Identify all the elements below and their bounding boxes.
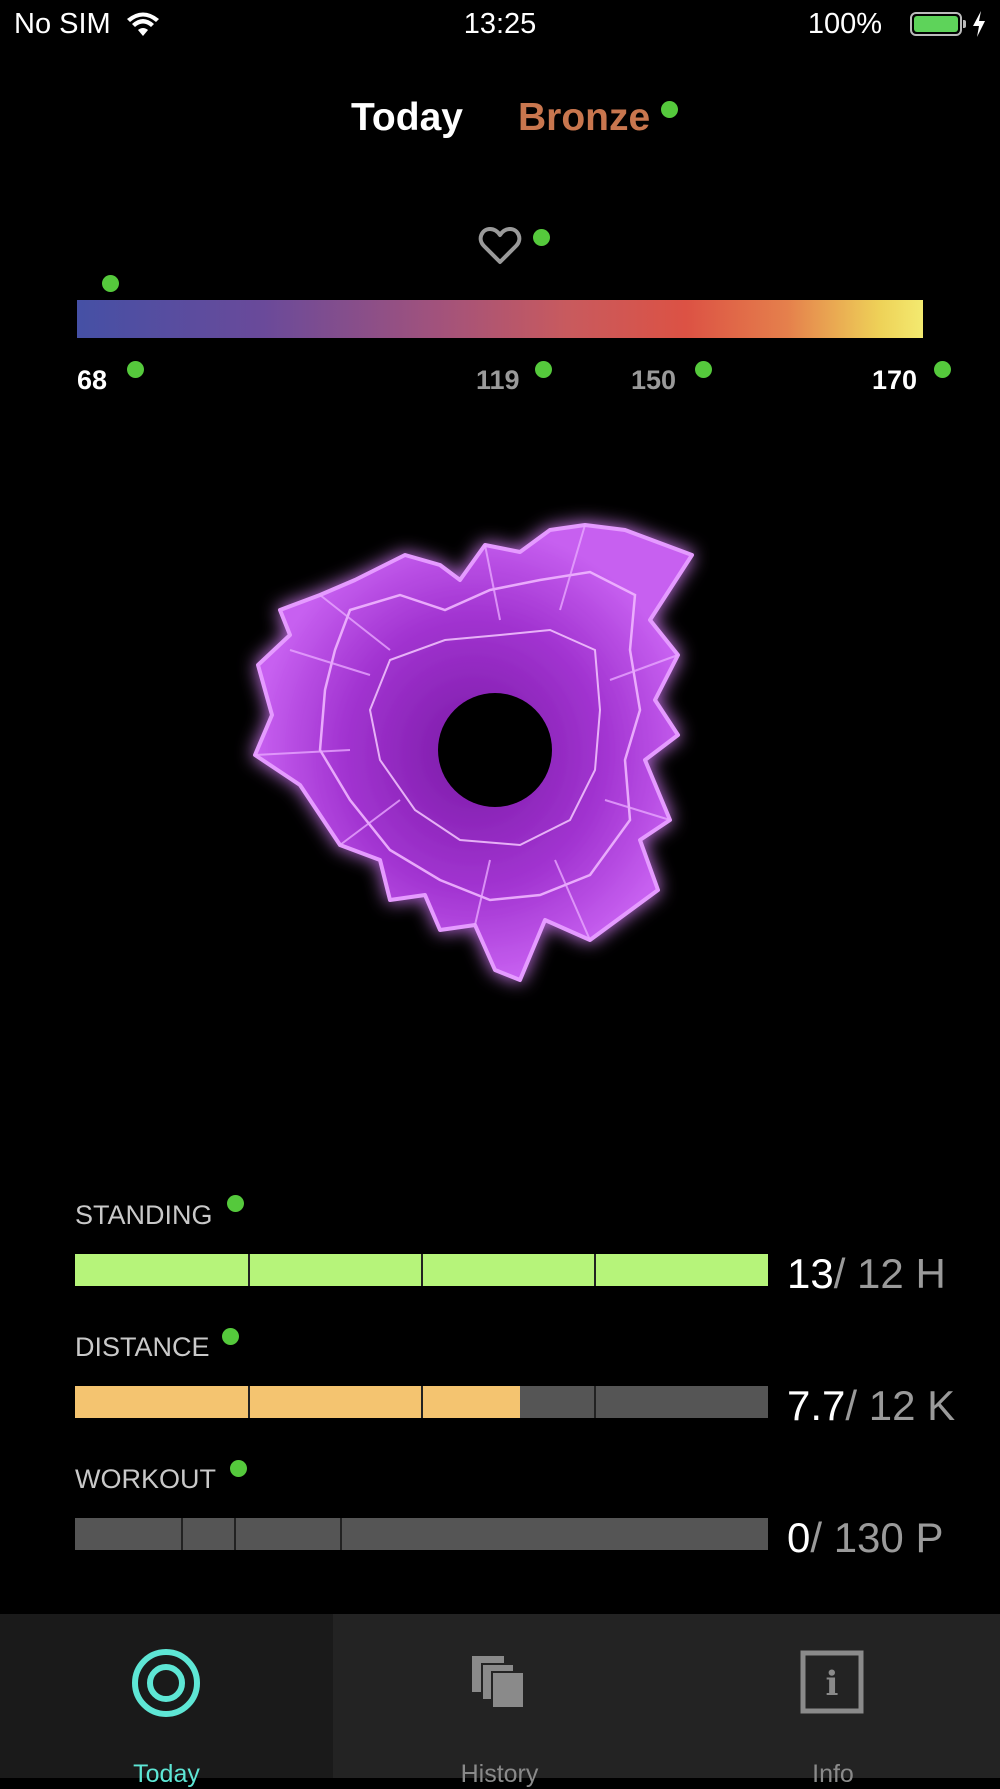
status-bar: No SIM 13:25 100%	[0, 0, 1000, 50]
tabbar-info[interactable]: i Info	[666, 1614, 1000, 1788]
svg-text:i: i	[826, 1664, 839, 1704]
workout-label: WORKOUT	[75, 1464, 216, 1494]
workout-value: 0/ 130 P	[787, 1514, 944, 1561]
distance-progress-fill	[75, 1386, 520, 1418]
indicator-dot	[127, 361, 144, 378]
heart-rate-gradient-bar	[77, 300, 923, 338]
indicator-dot	[227, 1195, 244, 1212]
heart-icon[interactable]	[478, 226, 522, 266]
indicator-dot	[102, 275, 119, 292]
battery-icon	[910, 12, 966, 36]
tabbar-history[interactable]: History	[333, 1614, 666, 1788]
standing-progress-bar	[75, 1254, 768, 1286]
battery-percent: 100%	[807, 8, 882, 40]
tab-today[interactable]: Today	[351, 96, 463, 140]
tab-bronze[interactable]: Bronze	[518, 96, 650, 140]
heart-rate-zone1-label: 119	[476, 365, 520, 395]
charging-bolt-icon	[973, 11, 985, 37]
tabbar-info-label: Info	[812, 1760, 854, 1788]
tabbar-history-label: History	[460, 1760, 539, 1788]
distance-value: 7.7/ 12 K	[787, 1382, 956, 1429]
target-icon	[132, 1649, 200, 1717]
activity-visualization	[253, 523, 694, 982]
heart-rate-min-label: 68	[77, 365, 108, 395]
indicator-dot	[533, 229, 550, 246]
indicator-dot	[695, 361, 712, 378]
tabbar-today-label: Today	[133, 1760, 200, 1788]
standing-label: STANDING	[75, 1200, 213, 1230]
tabbar-today[interactable]: Today	[0, 1614, 333, 1788]
stack-icon	[472, 1656, 525, 1709]
indicator-dot	[661, 101, 678, 118]
info-icon: i	[800, 1650, 864, 1714]
standing-value: 13/ 12 H	[787, 1250, 946, 1297]
distance-progress-bar	[75, 1386, 768, 1418]
heart-rate-max-label: 170	[872, 365, 918, 395]
indicator-dot	[222, 1328, 239, 1345]
indicator-dot	[230, 1460, 247, 1477]
tab-bar: Today History i Info	[0, 1614, 1000, 1788]
indicator-dot	[535, 361, 552, 378]
indicator-dot	[934, 361, 951, 378]
heart-rate-zone2-label: 150	[631, 365, 677, 395]
distance-label: DISTANCE	[75, 1332, 210, 1362]
workout-progress-bar	[75, 1518, 768, 1550]
